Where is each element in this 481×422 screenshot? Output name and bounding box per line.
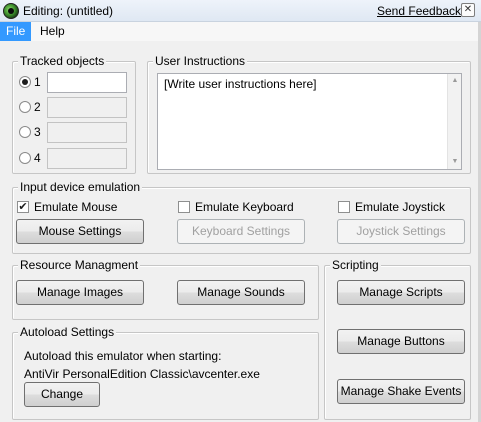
autoload-description: Autoload this emulator when starting: <box>24 349 222 363</box>
title-bar: Editing: (untitled) Send Feedback ✕ <box>0 0 481 22</box>
window-title: Editing: (untitled) <box>23 4 114 18</box>
app-logo-icon <box>3 3 19 19</box>
autoload-settings-group: Autoload Settings Autoload this emulator… <box>12 325 319 420</box>
input-device-label: Input device emulation <box>18 180 143 194</box>
tracked-object-3-radio[interactable] <box>19 126 31 138</box>
user-instructions-textarea[interactable]: [Write user instructions here] ▲ ▼ <box>157 73 462 170</box>
resource-management-group: Resource Managment Manage Images Manage … <box>12 258 319 320</box>
instructions-scrollbar[interactable]: ▲ ▼ <box>447 74 461 169</box>
tracked-object-3-field <box>47 122 127 143</box>
scripting-group: Scripting Manage Scripts Manage Buttons … <box>324 258 471 420</box>
manage-images-button[interactable]: Manage Images <box>16 280 144 305</box>
menu-file[interactable]: File <box>0 22 32 41</box>
menu-bar: File Help <box>0 22 481 41</box>
tracked-object-2-number: 2 <box>34 100 41 114</box>
emulate-joystick-checkbox[interactable] <box>338 201 350 213</box>
editor-window: Editing: (untitled) Send Feedback ✕ File… <box>0 0 481 422</box>
joystick-settings-button: Joystick Settings <box>337 219 465 244</box>
resource-management-label: Resource Managment <box>18 258 141 272</box>
manage-shake-events-button[interactable]: Manage Shake Events <box>337 379 465 404</box>
tracked-object-1-radio[interactable] <box>19 76 31 88</box>
manage-scripts-button[interactable]: Manage Scripts <box>337 280 465 305</box>
tracked-object-2-radio[interactable] <box>19 101 31 113</box>
close-icon[interactable]: ✕ <box>461 3 475 17</box>
change-autoload-button[interactable]: Change <box>24 382 100 407</box>
tracked-object-3-number: 3 <box>34 125 41 139</box>
tracked-object-4-number: 4 <box>34 151 41 165</box>
scroll-down-arrow-icon[interactable]: ▼ <box>448 155 462 169</box>
menu-help[interactable]: Help <box>34 22 71 41</box>
tracked-object-2-field <box>47 97 127 118</box>
tracked-object-4-field <box>47 148 127 169</box>
scripting-label: Scripting <box>330 258 381 272</box>
send-feedback-link[interactable]: Send Feedback <box>377 4 461 18</box>
autoload-target-path: AntiVir PersonalEdition Classic\avcenter… <box>24 367 260 381</box>
input-device-group: Input device emulation ✔ Emulate Mouse E… <box>12 180 471 254</box>
tracked-object-1-field[interactable] <box>47 72 127 93</box>
emulate-keyboard-checkbox[interactable] <box>178 201 190 213</box>
scroll-up-arrow-icon[interactable]: ▲ <box>448 74 462 88</box>
emulate-keyboard-label: Emulate Keyboard <box>195 200 294 214</box>
tracked-objects-group: Tracked objects 1 2 3 4 <box>12 54 136 174</box>
manage-sounds-button[interactable]: Manage Sounds <box>177 280 305 305</box>
emulate-joystick-label: Emulate Joystick <box>355 200 446 214</box>
tracked-object-1-number: 1 <box>34 75 41 89</box>
manage-buttons-button[interactable]: Manage Buttons <box>337 329 465 354</box>
user-instructions-group: User Instructions [Write user instructio… <box>147 54 471 174</box>
autoload-settings-label: Autoload Settings <box>18 325 117 339</box>
user-instructions-label: User Instructions <box>153 54 248 68</box>
user-instructions-text: [Write user instructions here] <box>164 77 317 91</box>
tracked-objects-label: Tracked objects <box>18 54 107 68</box>
mouse-settings-button[interactable]: Mouse Settings <box>16 219 144 244</box>
emulate-mouse-checkbox[interactable]: ✔ <box>17 201 29 213</box>
tracked-object-4-radio[interactable] <box>19 152 31 164</box>
keyboard-settings-button: Keyboard Settings <box>177 219 305 244</box>
emulate-mouse-label: Emulate Mouse <box>34 200 118 214</box>
